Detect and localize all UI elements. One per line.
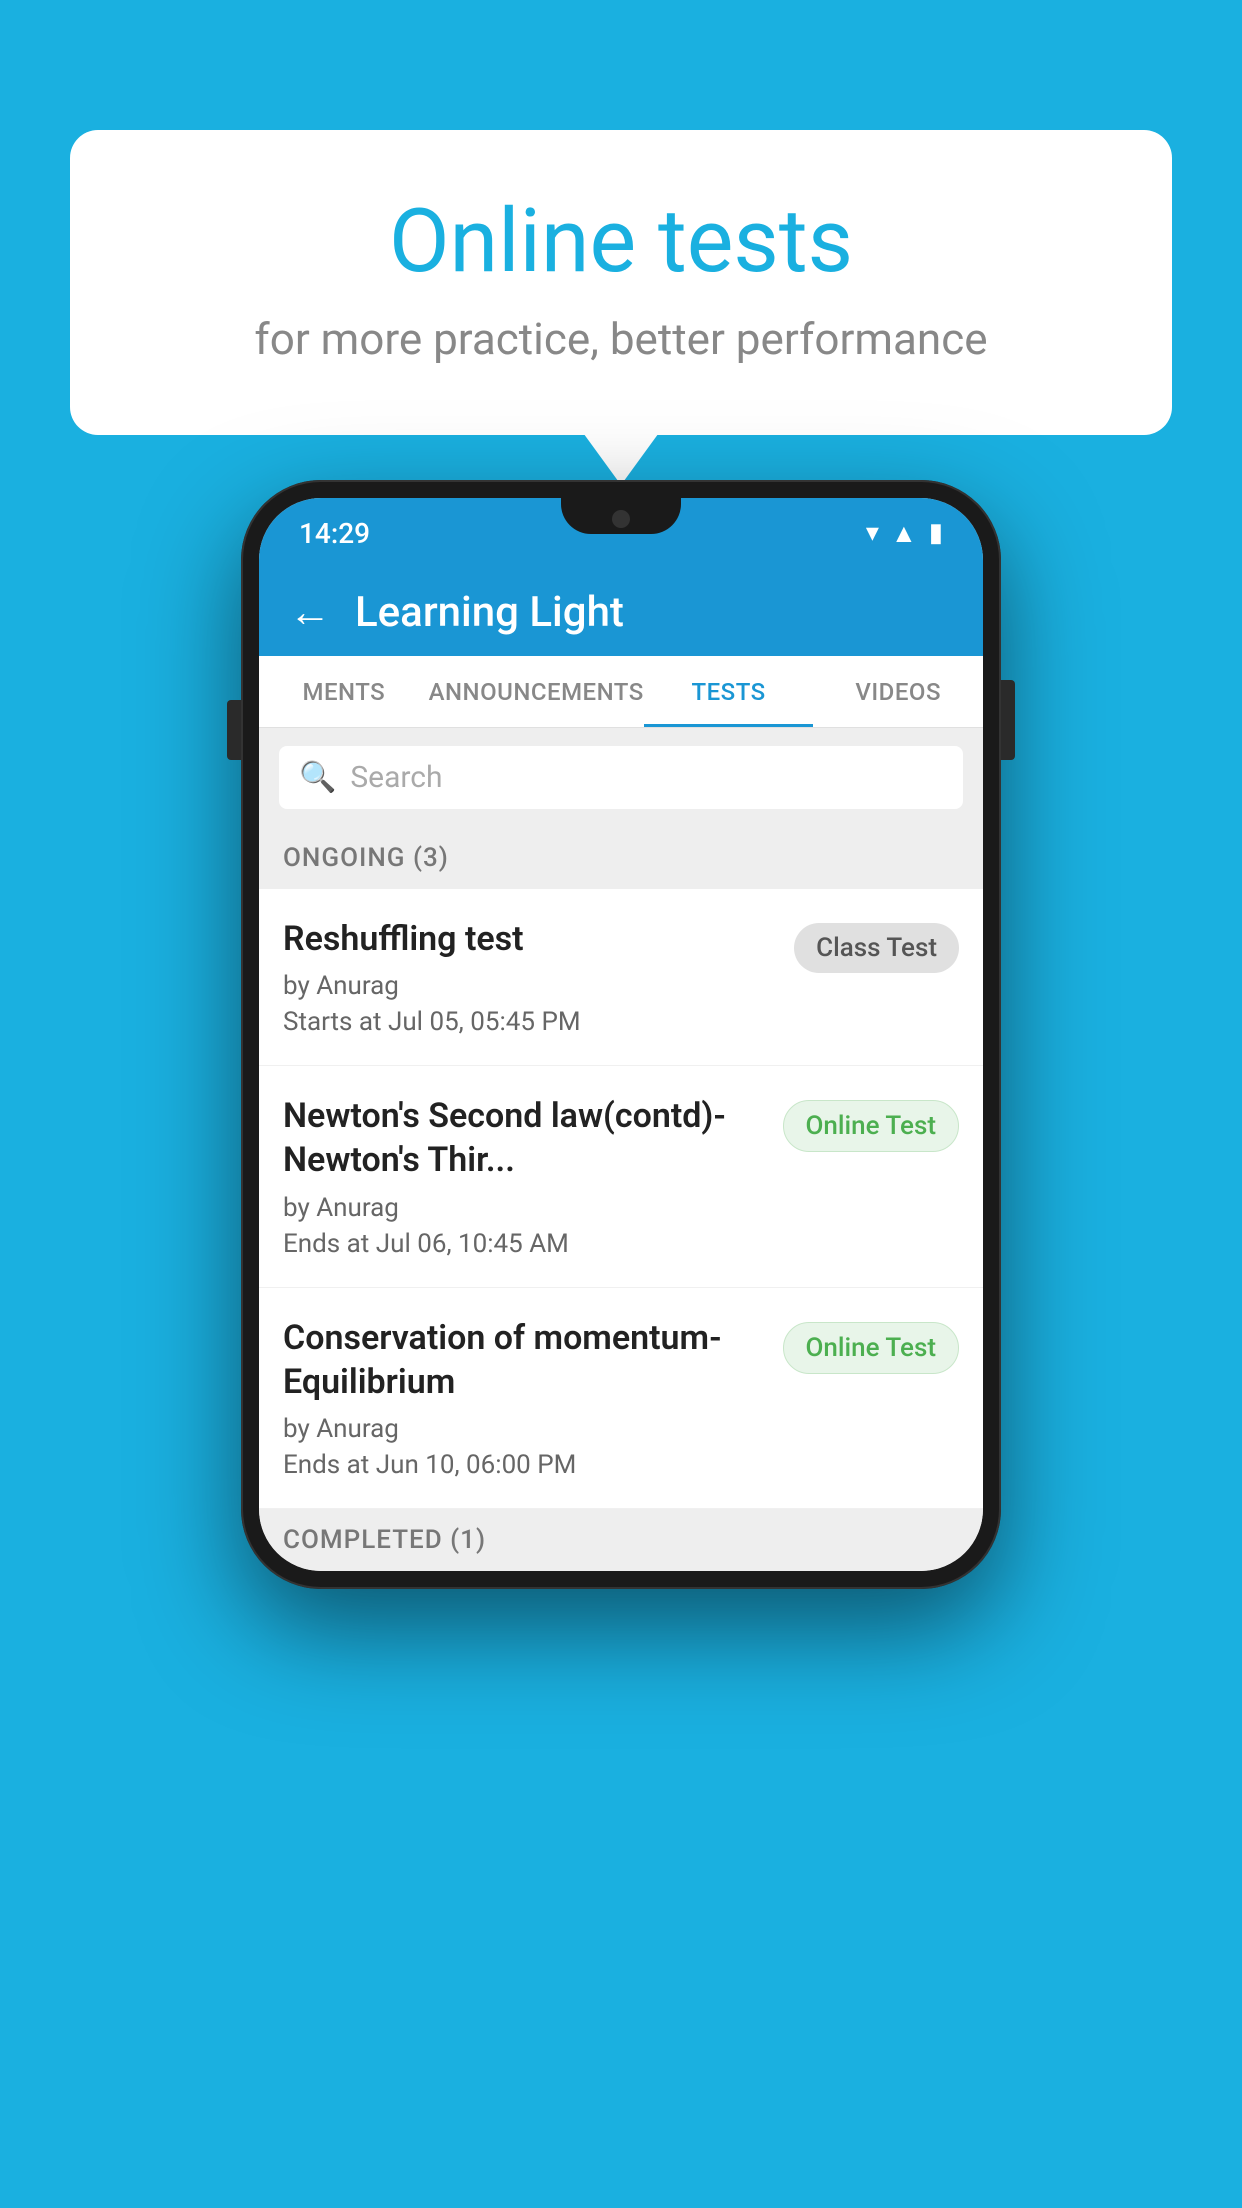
status-bar: 14:29 ▾ ▲ ▮ xyxy=(259,498,983,568)
search-bar[interactable]: 🔍 Search xyxy=(279,746,963,809)
completed-section-header: COMPLETED (1) xyxy=(259,1509,983,1571)
test-item-1[interactable]: Reshuffling test by Anurag Starts at Jul… xyxy=(259,889,983,1066)
test-info-3: Conservation of momentum-Equilibrium by … xyxy=(283,1316,783,1480)
tab-tests[interactable]: TESTS xyxy=(644,656,814,727)
search-placeholder: Search xyxy=(350,760,442,795)
test-time-1: Starts at Jul 05, 05:45 PM xyxy=(283,1007,774,1037)
search-icon: 🔍 xyxy=(299,760,336,795)
status-icons: ▾ ▲ ▮ xyxy=(866,518,943,549)
test-item-2[interactable]: Newton's Second law(contd)-Newton's Thir… xyxy=(259,1066,983,1287)
tab-announcements[interactable]: ANNOUNCEMENTS xyxy=(429,656,644,727)
test-name-1: Reshuffling test xyxy=(283,917,774,961)
speech-bubble: Online tests for more practice, better p… xyxy=(70,130,1172,435)
test-item-3[interactable]: Conservation of momentum-Equilibrium by … xyxy=(259,1288,983,1509)
bubble-title: Online tests xyxy=(150,190,1092,293)
test-author-1: by Anurag xyxy=(283,971,774,1001)
camera-icon xyxy=(612,510,630,528)
test-time-3: Ends at Jun 10, 06:00 PM xyxy=(283,1450,763,1480)
speech-bubble-container: Online tests for more practice, better p… xyxy=(70,130,1172,435)
search-container: 🔍 Search xyxy=(259,728,983,827)
phone-wrapper: 14:29 ▾ ▲ ▮ ← Learning Light MENTS ANNOU… xyxy=(241,480,1001,1589)
wifi-icon: ▾ xyxy=(866,518,879,548)
status-time: 14:29 xyxy=(299,517,370,550)
back-button[interactable]: ← xyxy=(289,588,331,637)
phone-screen: 14:29 ▾ ▲ ▮ ← Learning Light MENTS ANNOU… xyxy=(259,498,983,1571)
tabs-bar: MENTS ANNOUNCEMENTS TESTS VIDEOS xyxy=(259,656,983,728)
test-time-2: Ends at Jul 06, 10:45 AM xyxy=(283,1229,763,1259)
app-title: Learning Light xyxy=(355,588,624,637)
signal-icon: ▲ xyxy=(891,518,917,549)
test-badge-3: Online Test xyxy=(783,1322,960,1374)
test-author-3: by Anurag xyxy=(283,1414,763,1444)
phone-shell: 14:29 ▾ ▲ ▮ ← Learning Light MENTS ANNOU… xyxy=(241,480,1001,1589)
test-name-3: Conservation of momentum-Equilibrium xyxy=(283,1316,763,1404)
test-info-2: Newton's Second law(contd)-Newton's Thir… xyxy=(283,1094,783,1258)
test-name-2: Newton's Second law(contd)-Newton's Thir… xyxy=(283,1094,763,1182)
battery-icon: ▮ xyxy=(929,518,943,548)
test-badge-2: Online Test xyxy=(783,1100,960,1152)
test-author-2: by Anurag xyxy=(283,1193,763,1223)
bubble-subtitle: for more practice, better performance xyxy=(150,313,1092,365)
tab-videos[interactable]: VIDEOS xyxy=(813,656,983,727)
tab-ments[interactable]: MENTS xyxy=(259,656,429,727)
test-info-1: Reshuffling test by Anurag Starts at Jul… xyxy=(283,917,794,1037)
app-header: ← Learning Light xyxy=(259,568,983,656)
test-badge-1: Class Test xyxy=(794,923,959,973)
test-list: Reshuffling test by Anurag Starts at Jul… xyxy=(259,889,983,1509)
ongoing-section-header: ONGOING (3) xyxy=(259,827,983,889)
phone-notch xyxy=(561,498,681,534)
